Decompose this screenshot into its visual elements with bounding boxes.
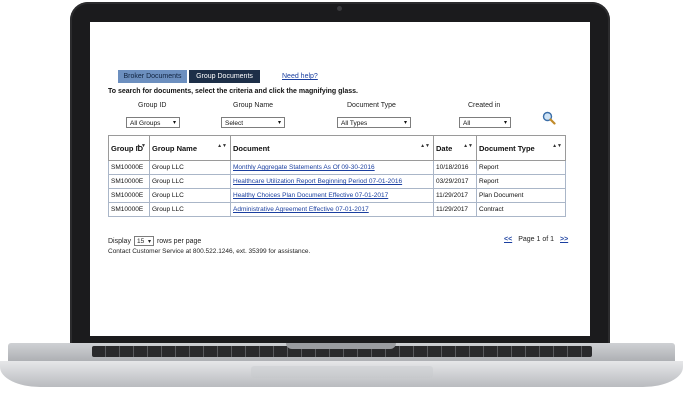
table-row: SM10000E Group LLC Healthy Choices Plan … (108, 188, 566, 203)
rows-per-page-select[interactable]: 15 ▾ (133, 236, 154, 246)
sort-arrows-icon: ▲▼ (136, 143, 146, 149)
cell-date: 11/29/2017 (433, 202, 477, 217)
sort-arrows-icon: ▲▼ (217, 143, 227, 149)
document-link[interactable]: Administrative Agreement Effective 07-01… (233, 206, 369, 213)
document-link[interactable]: Healthy Choices Plan Document Effective … (233, 192, 388, 199)
cell-document: Monthly Aggregate Statements As Of 09-30… (230, 160, 434, 175)
header-document-type-label: Document Type (479, 143, 535, 153)
document-type-select-value: All Types (341, 120, 368, 127)
cell-group-name: Group LLC (149, 160, 231, 175)
document-type-label: Document Type (347, 102, 396, 109)
header-group-name-label: Group Name (152, 143, 198, 153)
cell-group-name: Group LLC (149, 188, 231, 203)
group-name-label: Group Name (233, 102, 274, 109)
cell-group-id: SM10000E (108, 174, 150, 189)
created-in-select-value: All (463, 120, 471, 127)
documents-table: Group ID ▲▼ Group Name ▲▼ Document ▲▼ Da… (108, 135, 566, 217)
sort-arrows-icon: ▲▼ (420, 143, 430, 149)
cell-group-name: Group LLC (149, 174, 231, 189)
rows-per-page-value: 15 (136, 238, 145, 245)
cell-group-name: Group LLC (149, 202, 231, 217)
header-document[interactable]: Document ▲▼ (230, 135, 434, 161)
next-page-link[interactable]: >> (560, 236, 568, 243)
document-type-select[interactable]: All Types ▾ (337, 117, 411, 128)
prev-page-link[interactable]: << (504, 236, 512, 243)
created-in-select[interactable]: All ▾ (459, 117, 511, 128)
rows-per-page-label: rows per page (156, 237, 202, 245)
group-name-select-value: Select (225, 120, 244, 127)
laptop-trackpad (251, 366, 433, 378)
rows-per-page-control: Display 15 ▾ rows per page (108, 236, 201, 246)
cell-document-type: Report (476, 174, 566, 189)
cell-date: 10/18/2016 (433, 160, 477, 175)
document-tabs: Broker Documents Group Documents Need he… (118, 70, 318, 83)
camera-icon (337, 6, 342, 11)
header-group-id[interactable]: Group ID ▲▼ (108, 135, 150, 161)
display-label: Display (108, 237, 131, 245)
group-id-label: Group ID (138, 102, 167, 109)
chevron-down-icon: ▾ (403, 120, 407, 126)
cell-document: Healthcare Utilization Report Beginning … (230, 174, 434, 189)
contact-info: Contact Customer Service at 800.522.1246… (108, 248, 311, 255)
cell-document-type: Contract (476, 202, 566, 217)
laptop-screen: Broker Documents Group Documents Need he… (90, 22, 590, 336)
cell-group-id: SM10000E (108, 188, 150, 203)
page-indicator: Page 1 of 1 (518, 236, 554, 243)
document-link[interactable]: Healthcare Utilization Report Beginning … (233, 178, 402, 185)
cell-document-type: Plan Document (476, 188, 566, 203)
chevron-down-icon: ▾ (277, 120, 281, 126)
group-name-select[interactable]: Select ▾ (221, 117, 285, 128)
document-link[interactable]: Monthly Aggregate Statements As Of 09-30… (233, 164, 375, 171)
cell-document: Administrative Agreement Effective 07-01… (230, 202, 434, 217)
laptop-hinge-notch (286, 343, 396, 349)
header-document-label: Document (233, 143, 270, 153)
search-instructions: To search for documents, select the crit… (108, 88, 359, 95)
chevron-down-icon: ▾ (147, 239, 151, 245)
chevron-down-icon: ▾ (503, 120, 507, 126)
cell-group-id: SM10000E (108, 202, 150, 217)
cell-date: 03/29/2017 (433, 174, 477, 189)
table-row: SM10000E Group LLC Monthly Aggregate Sta… (108, 160, 566, 175)
tab-broker-documents[interactable]: Broker Documents (118, 70, 187, 83)
chevron-down-icon: ▾ (172, 120, 176, 126)
need-help-link[interactable]: Need help? (282, 73, 318, 80)
sort-arrows-icon: ▲▼ (463, 143, 473, 149)
cell-document: Healthy Choices Plan Document Effective … (230, 188, 434, 203)
tab-group-documents[interactable]: Group Documents (189, 70, 260, 83)
pagination: << Page 1 of 1 >> (498, 236, 574, 243)
header-document-type[interactable]: Document Type ▲▼ (476, 135, 566, 161)
header-group-name[interactable]: Group Name ▲▼ (149, 135, 231, 161)
cell-group-id: SM10000E (108, 160, 150, 175)
cell-date: 11/29/2017 (433, 188, 477, 203)
group-id-select-value: All Groups (130, 120, 161, 127)
table-row: SM10000E Group LLC Healthcare Utilizatio… (108, 174, 566, 189)
cell-document-type: Report (476, 160, 566, 175)
group-id-select[interactable]: All Groups ▾ (126, 117, 180, 128)
header-date-label: Date (436, 143, 453, 153)
magnifying-glass-icon[interactable] (542, 111, 556, 125)
created-in-label: Created in (468, 102, 501, 109)
header-date[interactable]: Date ▲▼ (433, 135, 477, 161)
table-row: SM10000E Group LLC Administrative Agreem… (108, 202, 566, 217)
table-header-row: Group ID ▲▼ Group Name ▲▼ Document ▲▼ Da… (108, 135, 566, 161)
sort-arrows-icon: ▲▼ (552, 143, 562, 149)
